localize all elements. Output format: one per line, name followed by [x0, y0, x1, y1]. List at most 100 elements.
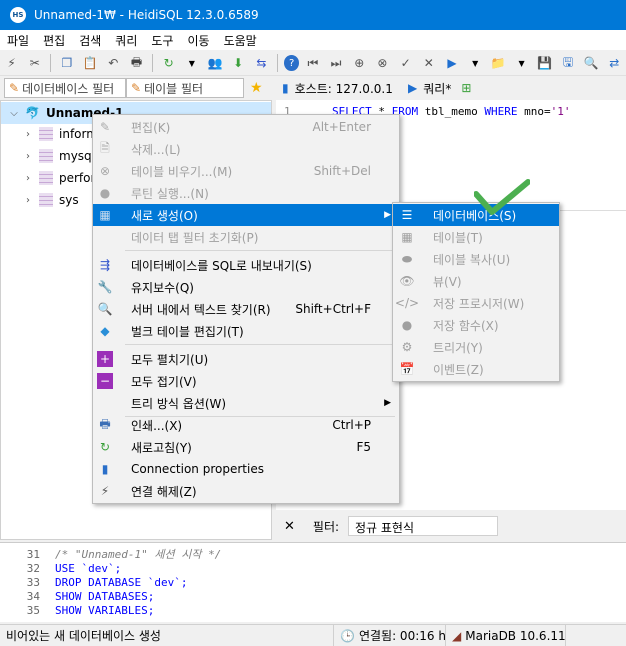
undo-icon[interactable]: ↶ [104, 54, 123, 72]
context-item-find-text[interactable]: 🔍 서버 내에서 텍스트 찾기(R) Shift+Ctrl+F [93, 298, 399, 320]
log-text: SHOW DATABASES; [55, 589, 155, 603]
collapse-icon: − [97, 373, 113, 389]
submenu-item-table[interactable]: ▦ 테이블(T) [393, 226, 559, 248]
copy-icon[interactable]: ❐ [57, 54, 76, 72]
context-item-truncate[interactable]: ⊗ 테이블 비우기...(M) Shift+Del [93, 160, 399, 182]
menu-tools[interactable]: 도구 [144, 32, 180, 49]
context-item-tree-options[interactable]: 트리 방식 옵션(W) ▶ [93, 392, 399, 414]
dropdown-arrow-icon[interactable]: ▼ [182, 54, 201, 72]
delete-record-icon[interactable]: ⊗ [373, 54, 392, 72]
export-icon[interactable]: ⬇ [229, 54, 248, 72]
expand-icon: + [97, 351, 113, 367]
context-item-label: 루틴 실행...(N) [131, 186, 209, 201]
menu-go[interactable]: 이동 [180, 32, 216, 49]
data-transfer-icon[interactable]: ⇆ [252, 54, 271, 72]
database-filter-placeholder: 데이터베이스 필터 [22, 81, 115, 96]
collapse-caret-icon[interactable]: ⌵ [7, 108, 21, 119]
context-item-maintenance[interactable]: 🔧 유지보수(Q) [93, 276, 399, 298]
expand-caret-icon[interactable]: › [21, 151, 35, 162]
submenu-item-function[interactable]: ● 저장 함수(X) [393, 314, 559, 336]
tab-host[interactable]: ▮ 호스트: 127.0.0.1 [282, 77, 393, 99]
context-item-label: 새로고침(Y) [131, 440, 192, 455]
submenu-item-label: 저장 프로시저(W) [433, 296, 525, 311]
bulk-edit-icon: ◆ [100, 324, 110, 338]
tree-item-database[interactable]: › inform [21, 123, 98, 145]
expand-caret-icon[interactable]: › [21, 129, 35, 140]
print-icon[interactable]: 🖶 [127, 54, 146, 72]
context-item-label: 트리 방식 옵션(W) [131, 396, 227, 411]
context-item-disconnect[interactable]: ⚡ 연결 해제(Z) [93, 480, 399, 502]
submenu-item-table-copy[interactable]: ⬬ 테이블 복사(U) [393, 248, 559, 270]
submenu-item-event[interactable]: 📅 이벤트(Z) [393, 358, 559, 380]
table-icon: ▦ [401, 230, 413, 244]
search-icon: 🔍 [97, 302, 113, 316]
submenu-item-trigger[interactable]: ⚙ 트리거(Y) [393, 336, 559, 358]
tab-query[interactable]: ▶ 쿼리* ⊞ [408, 77, 471, 99]
dropdown-arrow-icon[interactable]: ▼ [512, 54, 531, 72]
new-query-tab-icon[interactable]: ⊞ [461, 81, 471, 95]
table-filter-input[interactable]: ✎ 테이블 필터 [126, 78, 244, 98]
expand-caret-icon[interactable]: › [21, 195, 35, 206]
database-filter-input[interactable]: ✎ 데이터베이스 필터 [4, 78, 126, 98]
context-item-refresh[interactable]: ↻ 새로고침(Y) F5 [93, 436, 399, 458]
submenu-item-procedure[interactable]: </> 저장 프로시저(W) [393, 292, 559, 314]
save-icon[interactable]: 💾 [535, 54, 554, 72]
save-as-icon[interactable]: 🖫 [558, 54, 577, 72]
create-new-icon: ▦ [99, 208, 111, 222]
user-manager-icon[interactable]: 👥 [205, 54, 224, 72]
expand-caret-icon[interactable]: › [21, 173, 35, 184]
menu-help[interactable]: 도움말 [217, 32, 264, 49]
refresh-icon[interactable]: ↻ [159, 54, 178, 72]
context-item-run-routine[interactable]: ● 루틴 실행...(N) [93, 182, 399, 204]
context-item-reset-filter[interactable]: 데이터 탭 필터 초기화(P) [93, 226, 399, 248]
status-connected-label: 연결됨: 00:16 h [358, 629, 446, 643]
menu-file[interactable]: 파일 [0, 32, 36, 49]
search-icon[interactable]: 🔍 [582, 54, 601, 72]
help-icon[interactable]: ? [283, 55, 300, 71]
view-icon: 👁 [399, 274, 415, 288]
sql-text: tbl_memo [418, 105, 485, 118]
insert-record-icon[interactable]: ⊕ [350, 54, 369, 72]
favorite-star-icon[interactable]: ★ [250, 80, 263, 96]
open-file-icon[interactable]: 📁 [489, 54, 508, 72]
replace-icon[interactable]: ⇄ [605, 54, 624, 72]
tree-item-database[interactable]: › perfor [21, 167, 95, 189]
database-icon [39, 127, 53, 141]
session-manager-icon[interactable]: ⚡ [2, 54, 21, 72]
cancel-icon[interactable]: ✕ [419, 54, 438, 72]
execute-query-icon[interactable]: ▶ [442, 54, 461, 72]
context-item-expand-all[interactable]: + 모두 펼치기(U) [93, 348, 399, 370]
close-filter-icon[interactable]: ✕ [284, 519, 295, 534]
context-item-export-sql[interactable]: ⇶ 데이터베이스를 SQL로 내보내기(S) [93, 254, 399, 276]
sql-log[interactable]: 31 /* "Unnamed-1" 세션 시작 */ 32 USE `dev`;… [0, 542, 626, 622]
context-item-label: 인쇄...(X) [131, 418, 183, 433]
menu-search[interactable]: 검색 [72, 32, 108, 49]
database-icon [39, 171, 53, 185]
context-item-collapse-all[interactable]: − 모두 접기(V) [93, 370, 399, 392]
log-line-number: 33 [26, 575, 40, 589]
paste-icon[interactable]: 📋 [81, 54, 100, 72]
tree-item-database[interactable]: › mysql [21, 145, 95, 167]
last-record-icon[interactable]: ⏭ [326, 54, 345, 72]
post-icon[interactable]: ✓ [396, 54, 415, 72]
status-bar: 비어있는 새 데이터베이스 생성 🕒 연결됨: 00:16 h ◢ MariaD… [0, 624, 626, 646]
submenu-item-view[interactable]: 👁 뷰(V) [393, 270, 559, 292]
menu-edit[interactable]: 편집 [36, 32, 72, 49]
menu-query[interactable]: 쿼리 [108, 32, 144, 49]
context-menu: ✎ 편집(K) Alt+Enter 🗎 삭제...(L) ⊗ 테이블 비우기..… [92, 114, 400, 504]
context-item-bulk-edit[interactable]: ◆ 벌크 테이블 편집기(T) [93, 320, 399, 342]
regex-filter-input[interactable]: 정규 표현식 [348, 516, 498, 536]
context-item-print[interactable]: 🖶 인쇄...(X) Ctrl+P [93, 414, 399, 436]
log-line-number: 32 [26, 561, 40, 575]
procedure-icon: </> [394, 296, 420, 310]
context-item-label: 데이터베이스를 SQL로 내보내기(S) [131, 258, 312, 273]
dropdown-arrow-icon[interactable]: ▼ [466, 54, 485, 72]
tree-item-database[interactable]: › sys [21, 189, 79, 211]
context-item-edit[interactable]: ✎ 편집(K) Alt+Enter [93, 116, 399, 138]
context-item-delete[interactable]: 🗎 삭제...(L) [93, 138, 399, 160]
first-record-icon[interactable]: ⏮ [303, 54, 322, 72]
context-item-connection-properties[interactable]: ▮ Connection properties [93, 458, 399, 480]
context-item-create-new[interactable]: ▦ 새로 생성(O) ▶ [93, 204, 399, 226]
submenu-item-label: 저장 함수(X) [433, 318, 499, 333]
disconnect-icon[interactable]: ✂ [25, 54, 44, 72]
